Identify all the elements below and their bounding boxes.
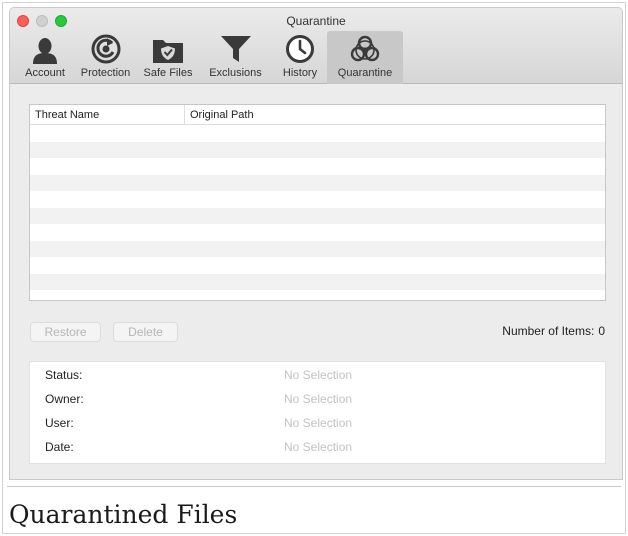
detail-row-status: Status: No Selection (30, 368, 605, 384)
item-count-value: 0 (598, 324, 605, 338)
status-label: Status: (45, 368, 83, 382)
table-header: Threat Name Original Path (30, 105, 605, 125)
user-label: User: (45, 416, 74, 430)
owner-label: Owner: (45, 392, 84, 406)
detail-row-owner: Owner: No Selection (30, 392, 605, 408)
delete-button[interactable]: Delete (113, 322, 178, 342)
item-count: Number of Items: 0 (498, 324, 605, 338)
tab-label: Protection (80, 67, 131, 79)
tab-label: Quarantine (337, 67, 393, 79)
table-row (30, 290, 605, 300)
window-title: Quarantine (286, 14, 346, 28)
column-original-path[interactable]: Original Path (185, 105, 259, 124)
figure-frame: Quarantine Account Protection Safe Files… (2, 2, 626, 534)
clock-icon (286, 35, 314, 63)
tab-exclusions[interactable]: Exclusions (198, 31, 273, 84)
date-value: No Selection (284, 440, 353, 454)
tab-quarantine[interactable]: Quarantine (327, 31, 403, 84)
table-row (30, 273, 605, 290)
tab-safe-files[interactable]: Safe Files (138, 31, 198, 84)
restore-button[interactable]: Restore (30, 322, 101, 342)
title-bar: Quarantine Account Protection Safe Files… (10, 8, 622, 84)
toolbar: Account Protection Safe Files Exclusions… (17, 31, 403, 84)
tab-protection[interactable]: Protection (73, 31, 138, 84)
tab-label: Safe Files (143, 67, 193, 79)
filter-icon (220, 36, 251, 62)
caption-divider (7, 486, 621, 487)
details-panel: Status: No Selection Owner: No Selection… (29, 361, 606, 464)
tab-label: Account (25, 67, 65, 79)
table-row (30, 224, 605, 241)
quarantine-table[interactable]: Threat Name Original Path (29, 104, 606, 301)
biohazard-icon (350, 35, 380, 62)
detail-row-date: Date: No Selection (30, 440, 605, 456)
tab-label: Exclusions (209, 67, 262, 79)
table-row (30, 141, 605, 158)
tab-label: History (282, 67, 318, 79)
item-count-label: Number of Items: (502, 324, 595, 338)
detail-row-user: User: No Selection (30, 416, 605, 432)
app-window: Quarantine Account Protection Safe Files… (9, 7, 623, 480)
table-row (30, 257, 605, 274)
user-value: No Selection (284, 416, 353, 430)
figure-caption: Quarantined Files (9, 500, 238, 529)
tab-history[interactable]: History (273, 31, 327, 84)
date-label: Date: (45, 440, 74, 454)
user-icon (33, 38, 57, 64)
table-row (30, 158, 605, 175)
column-threat-name[interactable]: Threat Name (30, 105, 185, 124)
table-row (30, 191, 605, 208)
safe-files-icon (153, 40, 183, 63)
status-value: No Selection (284, 368, 353, 382)
table-row (30, 174, 605, 191)
protection-icon (91, 34, 120, 64)
owner-value: No Selection (284, 392, 353, 406)
table-row (30, 207, 605, 224)
tab-account[interactable]: Account (17, 31, 73, 84)
table-row (30, 240, 605, 257)
table-row (30, 125, 605, 142)
